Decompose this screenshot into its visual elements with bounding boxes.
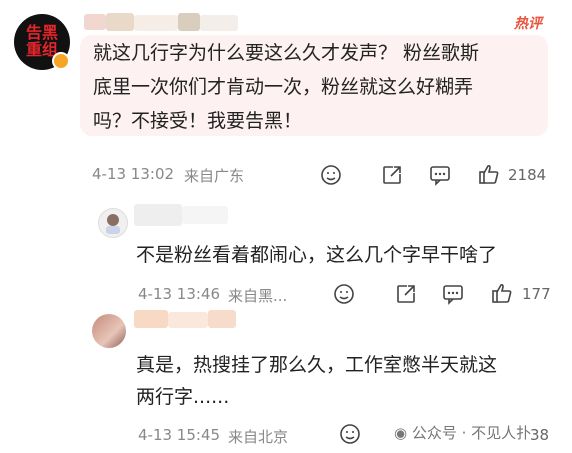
hot-comment-badge: 热评 [514,16,542,32]
reply-location: 来自黑... [228,287,288,305]
comment-timestamp: 4-13 13:02 [92,165,175,183]
wechat-watermark: ◉ 公众号 · 不见人扑 [394,422,531,443]
reply-avatar[interactable] [92,314,126,348]
reply-text: 不是粉丝看着都闹心，这么几个字早干啥了 [136,244,498,266]
like-icon[interactable] [490,281,514,305]
watermark-text: 公众号 · 不见人扑 [411,424,532,442]
reply-timestamp: 4-13 15:45 [138,426,221,444]
emoji-icon[interactable] [332,282,356,306]
emoji-icon[interactable] [338,422,362,446]
comment-text-line-1: 就这几行字为什么要这么久才发声？ 粉丝歌斯 [93,42,480,64]
repost-icon[interactable] [380,163,404,187]
like-icon[interactable] [477,162,501,186]
emoji-icon[interactable] [319,163,343,187]
verified-badge-icon [52,52,70,70]
reply-text-line-2: 两行字...... [136,386,230,408]
reply-location: 来自北京 [228,428,289,446]
repost-icon[interactable] [394,282,418,306]
comment-icon[interactable] [441,282,465,306]
comment-text-line-3: 吗？不接受！我要告黑！ [93,110,303,132]
avatar-logo-text-top: 告黑 [25,23,58,42]
comment-location: 来自广东 [184,167,245,185]
reply-avatar[interactable] [98,208,128,238]
comment-text-line-2: 底里一次你们才肯动一次，粉丝就这么好糊弄 [93,76,474,98]
comment-icon[interactable] [428,163,452,187]
reply-text-line-1: 真是，热搜挂了那么久，工作室憋半天就这 [136,354,498,376]
reply-timestamp: 4-13 13:46 [138,285,221,303]
like-count: 177 [522,285,551,303]
like-count: 2184 [508,166,547,184]
wechat-icon: ◉ [394,424,412,442]
like-count: 38 [530,426,550,444]
